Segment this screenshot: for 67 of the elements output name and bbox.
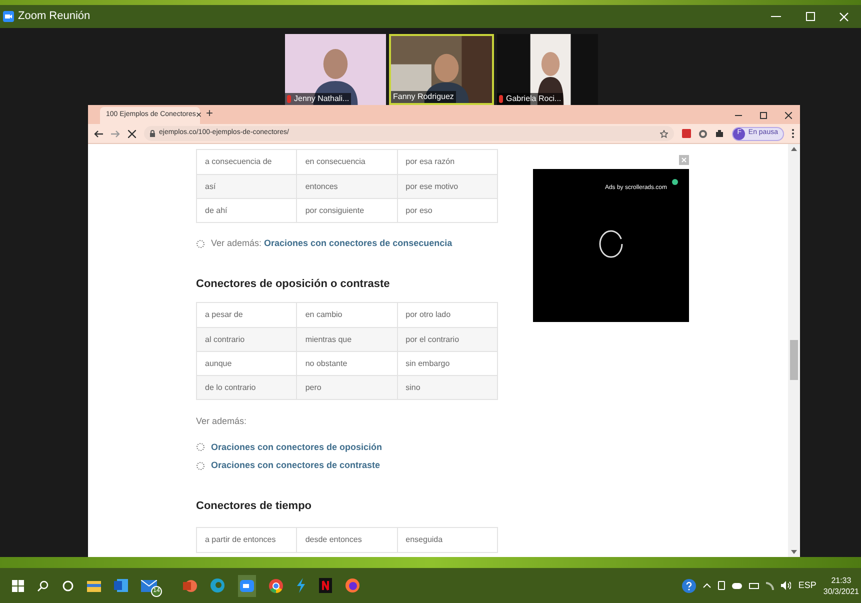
new-tab-button[interactable]: + [206, 104, 214, 122]
table-cell-text: a pesar de [204, 309, 244, 321]
ad-badge-icon [672, 179, 678, 185]
fox-icon[interactable] [345, 578, 360, 593]
loading-dots-icon [196, 460, 205, 471]
table-cell-text: a consecuencia de [204, 156, 273, 168]
loading-dots-icon [196, 238, 205, 249]
stop-icon[interactable] [128, 130, 136, 138]
scrollbar[interactable] [788, 144, 800, 557]
lock-icon [150, 130, 155, 137]
scroll-up-icon[interactable] [791, 147, 797, 151]
table-cell: enseguida [396, 528, 497, 552]
tab-close-button[interactable]: × [196, 108, 202, 123]
table-cell: pero [296, 376, 397, 399]
loading-dots-icon [196, 442, 205, 452]
network-icon[interactable] [718, 581, 726, 590]
clock-time[interactable]: 21:33 [831, 574, 852, 586]
table-cell-text: aunque [204, 358, 233, 370]
zoom-logo-icon [3, 11, 14, 22]
table-cell-text: al contrario [204, 334, 246, 346]
wifi-icon[interactable] [766, 582, 774, 590]
language-indicator[interactable]: ESP [798, 578, 816, 592]
help-icon[interactable] [682, 578, 696, 592]
see-also-text: Ver además: Oraciones con conectores de consecuencia [211, 237, 452, 250]
table-cell-text: a partir de entonces [204, 534, 277, 546]
globe-icon[interactable] [210, 578, 225, 593]
chevron-up-icon[interactable] [703, 583, 712, 588]
table-cell: desde entonces [296, 528, 397, 552]
battery-icon[interactable] [749, 582, 760, 588]
restore-icon[interactable] [760, 112, 767, 119]
windows-icon[interactable] [12, 580, 24, 592]
document-icon[interactable] [114, 579, 128, 592]
lightning-icon[interactable] [296, 578, 306, 593]
table-cell: sino [396, 376, 497, 399]
participant-name-tag: Jenny Nathali... [285, 93, 352, 105]
clock-date[interactable]: 30/3/2021 [823, 586, 859, 596]
circle-icon[interactable] [62, 580, 74, 592]
speaker-icon[interactable] [781, 581, 792, 590]
folder-icon[interactable] [87, 580, 101, 592]
bookmark-star-icon[interactable] [660, 130, 668, 138]
table-cell: por eso [396, 199, 497, 222]
participant-name-tag: Fanny Rodriguez [391, 91, 456, 103]
participant-name-tag: Gabriela Roci... [497, 93, 564, 105]
letter-tile-icon[interactable] [319, 578, 332, 593]
loading-spinner-icon [598, 229, 624, 259]
search-icon[interactable] [37, 580, 49, 592]
table-cell-text: de lo contrario [204, 382, 257, 394]
article-link[interactable]: Oraciones con conectores de consecuencia [264, 238, 452, 248]
presentation-icon[interactable] [183, 578, 197, 592]
table-cell-text: así [204, 180, 217, 192]
scrollbar-thumb[interactable] [790, 340, 798, 380]
table-cell-text: de ahí [204, 204, 228, 216]
browser-icon[interactable] [269, 578, 283, 592]
video-camera-icon[interactable] [238, 574, 256, 596]
see-also-label: Ver además: [196, 415, 248, 428]
section-heading: Conectores de oposición o contraste [196, 276, 391, 292]
back-icon[interactable] [94, 130, 103, 138]
article-link[interactable]: Oraciones con conectores de oposición [211, 440, 382, 454]
table-cell: por consiguiente [296, 199, 397, 222]
scroll-down-icon[interactable] [791, 550, 797, 554]
section-heading: Conectores de tiempo [196, 498, 313, 514]
window-title: Zoom Reunión [18, 9, 90, 24]
close-icon[interactable] [785, 112, 792, 119]
cloud-icon[interactable] [732, 582, 742, 588]
article-link[interactable]: Oraciones con conectores de contraste [211, 459, 380, 472]
maximize-icon[interactable] [806, 12, 815, 21]
puzzle-icon[interactable] [715, 129, 724, 138]
